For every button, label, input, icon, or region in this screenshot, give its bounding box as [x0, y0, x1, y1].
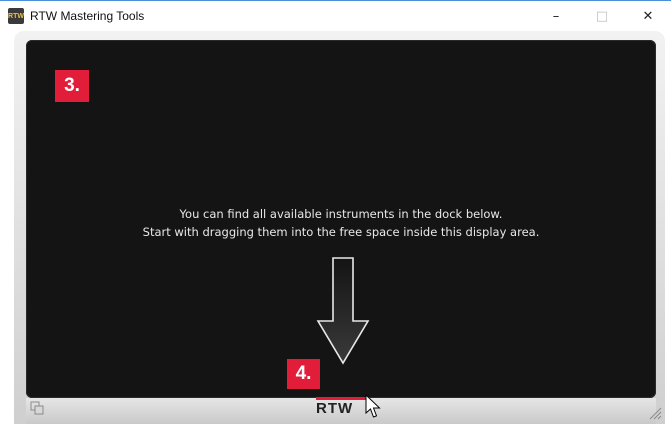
rtw-logo: RTW [316, 400, 354, 417]
step-badge-4: 4. [287, 359, 320, 389]
app-icon: RTW [8, 8, 24, 24]
instruction-line-2: Start with dragging them into the free s… [142, 225, 540, 239]
close-button[interactable]: ✕ [625, 1, 671, 32]
windows-icon[interactable] [30, 401, 44, 415]
mouse-cursor-icon [365, 394, 381, 418]
title-bar: RTW RTW Mastering Tools – □ ✕ [0, 0, 671, 31]
window-title: RTW Mastering Tools [30, 9, 145, 23]
instruction-line-1: You can find all available instruments i… [179, 207, 503, 221]
resize-grip-icon[interactable] [646, 404, 662, 420]
minimize-button[interactable]: – [533, 1, 579, 32]
down-arrow-icon [316, 257, 370, 365]
window-controls: – □ ✕ [533, 1, 671, 32]
maximize-button[interactable]: □ [579, 1, 625, 32]
app-icon-text: RTW [8, 12, 24, 20]
step-badge-3: 3. [55, 70, 89, 102]
